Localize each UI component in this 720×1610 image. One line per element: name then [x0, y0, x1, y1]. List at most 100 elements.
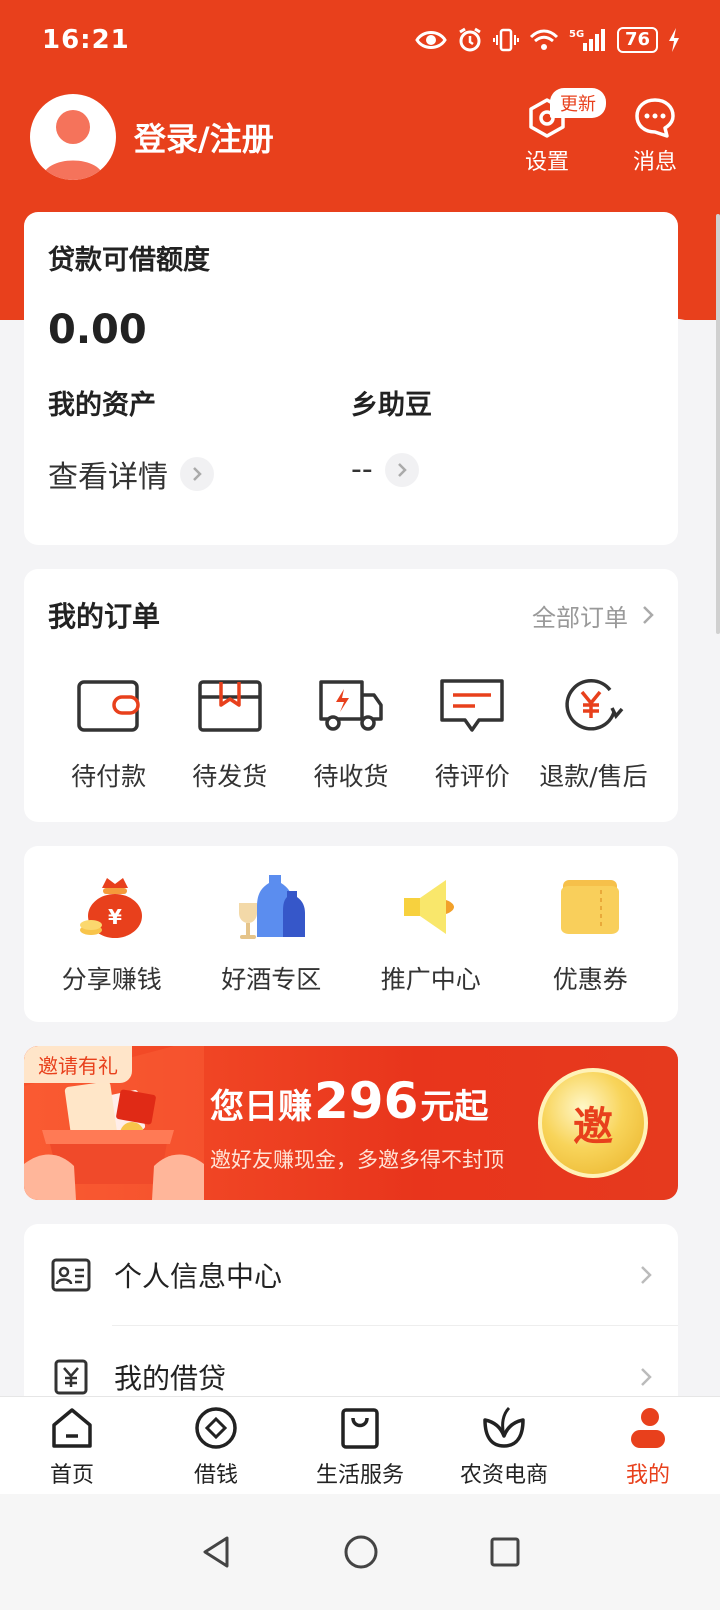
- wifi-icon: [529, 29, 558, 50]
- tab-borrow[interactable]: 借钱: [146, 1403, 286, 1489]
- share-earn-button[interactable]: ¥ 分享赚钱: [32, 872, 192, 996]
- loan-limit-amount: 0.00: [48, 307, 147, 353]
- order-item-label: 退款/售后: [539, 762, 648, 791]
- coupons-label: 优惠券: [552, 965, 628, 994]
- update-badge: 更新: [550, 88, 606, 118]
- orders-title: 我的订单: [48, 600, 161, 633]
- coupons-button[interactable]: 优惠券: [511, 872, 671, 996]
- user-avatar-icon: [42, 110, 104, 180]
- services-card: ¥ 分享赚钱 好酒专区 推广中心 优惠券: [24, 846, 678, 1022]
- order-status-row: 待付款 待发货 待收货 待评价 退款/售后: [48, 675, 654, 793]
- liquor-icon: [239, 875, 306, 939]
- avatar[interactable]: [30, 94, 116, 180]
- megaphone-icon: [403, 880, 454, 934]
- login-register-link[interactable]: 登录/注册: [134, 114, 274, 160]
- truck-icon: [319, 680, 383, 731]
- system-nav-bar: [0, 1494, 720, 1610]
- invite-coin-text: 邀: [573, 1104, 613, 1150]
- home-nav-icon[interactable]: [343, 1534, 379, 1570]
- banner-subtitle: 邀好友赚现金，多邀多得不封顶: [210, 1148, 504, 1172]
- package-icon: [198, 680, 262, 732]
- borrow-icon: [195, 1406, 237, 1449]
- share-earn-label: 分享赚钱: [61, 965, 162, 994]
- bottom-tab-bar: 首页 借钱 生活服务 农资电商 我的: [0, 1396, 720, 1494]
- svg-text:¥: ¥: [108, 905, 122, 929]
- tab-label: 首页: [49, 1462, 94, 1488]
- yuan-doc-icon: [54, 1359, 88, 1395]
- tab-agri-ecommerce[interactable]: 农资电商: [434, 1403, 574, 1489]
- orders-header: 我的订单 全部订单: [48, 595, 654, 635]
- village-beans-value: --: [351, 452, 373, 487]
- battery-indicator: 76: [616, 27, 658, 53]
- order-item-label: 待评价: [434, 762, 510, 791]
- order-pending-receipt[interactable]: 待收货: [290, 675, 411, 793]
- vibrate-icon: [492, 28, 519, 52]
- wallet-icon: [76, 680, 140, 732]
- headline-prefix: 您日赚: [210, 1087, 312, 1127]
- invite-tag: 邀请有礼: [24, 1046, 132, 1083]
- recents-icon[interactable]: [489, 1536, 521, 1568]
- liquor-zone-label: 好酒专区: [221, 965, 322, 994]
- tab-label: 借钱: [193, 1462, 238, 1488]
- asset-row: 我的资产 查看详情 乡助豆 --: [48, 383, 654, 496]
- order-refund-aftersale[interactable]: 退款/售后: [533, 675, 654, 793]
- village-beans: 乡助豆 --: [351, 383, 654, 496]
- settings-label: 设置: [524, 150, 569, 175]
- chevron-right-icon: [643, 606, 654, 624]
- promotion-center-label: 推广中心: [380, 965, 481, 994]
- scrollbar[interactable]: [716, 214, 720, 634]
- id-card-icon: [51, 1258, 91, 1292]
- loan-limit-title: 贷款可借额度: [48, 245, 210, 276]
- alarm-icon: [459, 27, 481, 52]
- home-icon: [52, 1407, 92, 1448]
- tab-profile[interactable]: 我的: [578, 1403, 718, 1489]
- messages-button[interactable]: 消息: [620, 92, 690, 176]
- messages-label: 消息: [632, 150, 677, 175]
- village-beans-label: 乡助豆: [351, 390, 432, 421]
- chevron-right-icon: [641, 1266, 652, 1284]
- menu-item-label: 我的借贷: [114, 1362, 227, 1395]
- chevron-right-icon: [384, 452, 419, 487]
- village-beans-link[interactable]: --: [351, 452, 654, 487]
- liquor-zone-button[interactable]: 好酒专区: [192, 872, 352, 996]
- shopping-bag-icon: [341, 1407, 379, 1449]
- headline-number: 296: [314, 1072, 419, 1130]
- menu-item-label: 个人信息中心: [114, 1260, 283, 1293]
- menu-item-personal-info[interactable]: 个人信息中心: [24, 1224, 678, 1326]
- back-icon[interactable]: [199, 1534, 233, 1570]
- chevron-right-icon: [641, 1368, 652, 1386]
- status-icons: 5G 76: [415, 27, 680, 53]
- tab-label: 农资电商: [459, 1462, 548, 1488]
- signal-icon: 5G: [569, 29, 605, 51]
- all-orders-label: 全部订单: [532, 603, 628, 632]
- all-orders-link[interactable]: 全部订单: [532, 598, 654, 633]
- coupon-icon: [561, 880, 620, 934]
- tab-life-services[interactable]: 生活服务: [290, 1403, 430, 1489]
- settings-button[interactable]: 设置 更新: [512, 88, 606, 176]
- banner-headline: 您日赚 296 元起: [210, 1072, 488, 1130]
- tab-home[interactable]: 首页: [2, 1403, 142, 1489]
- status-bar: 16:21 5G 76: [0, 0, 720, 80]
- svg-text:5G: 5G: [569, 29, 584, 40]
- promotion-center-button[interactable]: 推广中心: [351, 872, 511, 996]
- profile-icon: [631, 1407, 665, 1448]
- comment-icon: [440, 679, 504, 732]
- view-details-label: 查看详情: [48, 460, 168, 495]
- my-assets-label: 我的资产: [48, 390, 156, 421]
- invite-banner[interactable]: 邀请有礼 您日赚 296 元起 邀好友赚现金，多邀多得不封顶 邀: [24, 1046, 678, 1200]
- status-time: 16:21: [42, 25, 130, 55]
- order-pending-payment[interactable]: 待付款: [48, 675, 169, 793]
- order-item-label: 待收货: [313, 762, 389, 791]
- headline-suffix: 元起: [420, 1087, 489, 1127]
- order-pending-shipment[interactable]: 待发货: [169, 675, 290, 793]
- view-details-link[interactable]: 查看详情: [48, 452, 351, 496]
- order-pending-review[interactable]: 待评价: [412, 675, 533, 793]
- menu-list: 个人信息中心 我的借贷: [24, 1224, 678, 1424]
- eye-icon: [415, 31, 447, 49]
- orders-card: 我的订单 全部订单 待付款 待发货 待收货 待评价 退款/售后: [24, 569, 678, 822]
- invite-coin-button[interactable]: 邀: [538, 1068, 648, 1178]
- profile-header: 登录/注册 设置 更新 消息: [30, 88, 690, 182]
- leaf-icon: [483, 1406, 525, 1448]
- chevron-right-icon: [180, 457, 214, 491]
- money-bag-icon: ¥: [79, 878, 142, 938]
